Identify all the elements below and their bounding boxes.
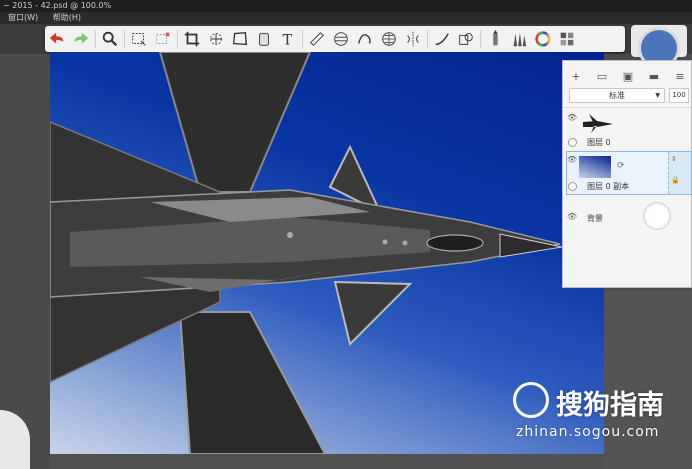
watermark-url: zhinan.sogou.com xyxy=(516,424,660,440)
eye-icon[interactable]: 👁 xyxy=(567,212,577,221)
image-layer-icon[interactable]: ▣ xyxy=(615,70,641,83)
layer-row[interactable]: 👁 背景 xyxy=(563,203,691,233)
chevron-down-icon: ▼ xyxy=(655,92,660,99)
rect-select-icon[interactable] xyxy=(127,27,151,51)
title-bar: ~ 2015 - 42.psd @ 100.0% xyxy=(0,0,692,12)
ruler-icon[interactable] xyxy=(305,27,329,51)
menu-bar: 窗口(W) 帮助(H) xyxy=(0,12,692,24)
menu-help[interactable]: 帮助(H) xyxy=(53,12,81,24)
layer-row[interactable]: 👁 ⟳ ⇕ 🔒 图层 0 副本 xyxy=(563,153,691,193)
panel-divider xyxy=(563,107,691,108)
opacity-field[interactable]: 100 xyxy=(669,88,689,103)
redo-icon[interactable] xyxy=(69,27,93,51)
trash-icon[interactable]: ▬ xyxy=(641,70,667,83)
layer-thumbnail xyxy=(583,114,613,133)
folder-icon[interactable]: ▭ xyxy=(589,70,615,83)
magnifier-icon[interactable] xyxy=(98,27,122,51)
lasso-select-icon[interactable] xyxy=(151,27,175,51)
blend-mode-value: 标准 xyxy=(609,91,625,100)
bottom-gutter xyxy=(50,454,604,469)
color-wheel-icon[interactable] xyxy=(531,27,555,51)
toolbar-separator xyxy=(177,30,178,48)
main-toolbar: T xyxy=(45,26,625,52)
menu-icon[interactable]: ≡ xyxy=(667,70,692,83)
toolbar-separator xyxy=(480,30,481,48)
marker-icon[interactable] xyxy=(483,27,507,51)
layers-toolbar: + ▭ ▣ ▬ ≡ xyxy=(563,67,692,85)
eye-icon[interactable]: 👁 xyxy=(567,155,577,164)
text-icon[interactable]: T xyxy=(276,27,300,51)
french-curve-icon[interactable] xyxy=(353,27,377,51)
copy-paste-icon[interactable] xyxy=(454,27,478,51)
distort-icon[interactable] xyxy=(228,27,252,51)
symmetry-icon[interactable] xyxy=(401,27,425,51)
background-color-swatch[interactable] xyxy=(643,202,671,230)
lock-icon[interactable]: 🔒 xyxy=(671,176,680,184)
layer-name: 图层 0 xyxy=(587,138,611,147)
toolbar-separator xyxy=(427,30,428,48)
reorder-arrows-icon[interactable]: ⇕ xyxy=(671,155,677,163)
add-layer-icon[interactable]: + xyxy=(563,70,589,83)
toolbar-separator xyxy=(302,30,303,48)
ellipse-guide-icon[interactable] xyxy=(329,27,353,51)
layer-row[interactable]: 👁 图层 0 xyxy=(563,109,691,149)
watermark-text: 搜狗指南 xyxy=(556,390,664,421)
layer-name: 背景 xyxy=(587,214,603,223)
swatches-icon[interactable] xyxy=(555,27,579,51)
layer-name: 图层 0 副本 xyxy=(587,182,630,191)
blend-mode-select[interactable]: 标准 ▼ xyxy=(569,88,665,103)
layers-panel: + ▭ ▣ ▬ ≡ 标准 ▼ 100 👁 图层 0 👁 ⟳ ⇕ 🔒 图层 0 副本… xyxy=(562,60,692,288)
toolbar-separator xyxy=(124,30,125,48)
window-title: ~ 2015 - 42.psd @ 100.0% xyxy=(3,1,112,10)
brush-library-icon[interactable] xyxy=(507,27,531,51)
menu-window[interactable]: 窗口(W) xyxy=(8,12,38,24)
undo-icon[interactable] xyxy=(45,27,69,51)
brush-puck[interactable] xyxy=(631,25,687,69)
sogou-logo xyxy=(513,382,549,418)
left-gutter xyxy=(0,54,50,469)
eye-icon[interactable]: 👁 xyxy=(567,113,577,122)
crop-icon[interactable] xyxy=(180,27,204,51)
layer-radio[interactable] xyxy=(568,138,577,147)
perspective-icon[interactable] xyxy=(377,27,401,51)
stroke-icon[interactable] xyxy=(430,27,454,51)
svg-text:T: T xyxy=(283,32,293,48)
toolbar-separator xyxy=(95,30,96,48)
right-gutter xyxy=(604,290,692,469)
loading-icon: ⟳ xyxy=(617,161,625,171)
fill-bucket-icon[interactable] xyxy=(252,27,276,51)
layer-radio[interactable] xyxy=(568,182,577,191)
layer-thumbnail xyxy=(579,156,611,178)
transform-icon[interactable] xyxy=(204,27,228,51)
